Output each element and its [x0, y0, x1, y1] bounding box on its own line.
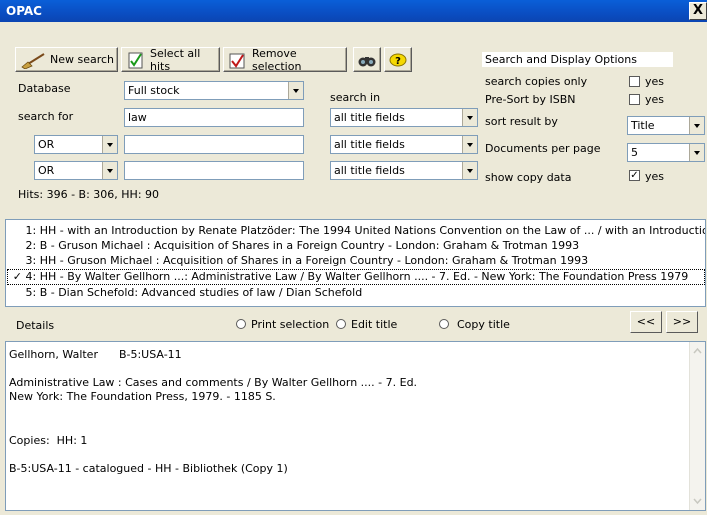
copies-only-label: search copies only	[485, 75, 588, 88]
detail-line: Copies: HH: 1	[9, 434, 88, 447]
list-item[interactable]: 1: HH - with an Introduction by Renate P…	[6, 224, 706, 238]
print-selection-radio[interactable]	[236, 319, 246, 329]
database-value: Full stock	[128, 84, 180, 97]
copies-only-yes: yes	[645, 75, 665, 88]
operator-2-value: OR	[38, 138, 55, 151]
search-for-label: search for	[18, 110, 74, 123]
broom-icon	[21, 52, 45, 69]
previous-page-button[interactable]: <<	[630, 311, 662, 333]
search-field-3-value: all title fields	[334, 164, 405, 177]
search-term-3[interactable]	[124, 161, 304, 180]
docs-per-page-value: 5	[631, 146, 638, 159]
sort-value: Title	[631, 119, 655, 132]
result-text: 3: HH - Gruson Michael : Acquisition of …	[25, 254, 589, 267]
docs-per-page-label: Documents per page	[485, 142, 601, 155]
presort-label: Pre-Sort by ISBN	[485, 93, 576, 106]
chevron-down-icon[interactable]	[102, 162, 117, 179]
copy-data-label: show copy data	[485, 171, 572, 184]
chevron-down-icon[interactable]	[689, 117, 704, 134]
details-label: Details	[16, 319, 55, 332]
close-button[interactable]: X	[689, 2, 707, 20]
help-icon: ?	[389, 53, 407, 67]
new-search-label: New search	[50, 53, 115, 66]
copy-title-label: Copy title	[457, 318, 510, 331]
chevron-down-icon[interactable]	[462, 162, 477, 179]
svg-text:?: ?	[395, 56, 401, 67]
list-item[interactable]: 3: HH - Gruson Michael : Acquisition of …	[6, 254, 705, 268]
list-item-selected[interactable]: ✓ 4: HH - By Walter Gellhorn ...: Admini…	[7, 269, 705, 285]
window-title: OPAC	[6, 4, 42, 18]
checkbox-remove-icon	[229, 53, 245, 68]
scroll-down-icon[interactable]	[690, 495, 705, 507]
copy-title-radio[interactable]	[439, 319, 449, 329]
help-button[interactable]: ?	[384, 47, 412, 72]
find-button[interactable]	[353, 47, 381, 72]
select-all-hits-button[interactable]: Select all hits	[121, 46, 220, 73]
checklist-icon	[128, 52, 143, 68]
chevron-down-icon[interactable]	[462, 136, 477, 153]
results-list[interactable]: 1: HH - with an Introduction by Renate P…	[5, 219, 706, 307]
binoculars-icon	[358, 56, 376, 66]
search-field-1-value: all title fields	[334, 111, 405, 124]
search-field-2[interactable]: all title fields	[330, 135, 478, 154]
chevron-down-icon[interactable]	[462, 109, 477, 126]
sort-select[interactable]: Title	[627, 116, 705, 135]
select-all-label: Select all hits	[150, 46, 201, 73]
scroll-up-icon[interactable]	[690, 345, 705, 357]
database-label: Database	[18, 82, 71, 95]
edit-title-radio[interactable]	[336, 319, 346, 329]
result-text: 5: B - Dian Schefold: Advanced studies o…	[25, 286, 363, 299]
edit-title-label: Edit title	[351, 318, 398, 331]
chevron-down-icon[interactable]	[102, 136, 117, 153]
copy-data-checkbox[interactable]: ✓	[629, 170, 640, 181]
new-search-button[interactable]: New search	[15, 47, 118, 72]
search-term-2[interactable]	[124, 135, 304, 154]
detail-line: Gellhorn, Walter B-5:USA-11	[9, 348, 182, 361]
list-item[interactable]: 2: B - Gruson Michael : Acquisition of S…	[6, 239, 705, 253]
remove-selection-button[interactable]: Remove selection	[223, 46, 347, 73]
hits-summary: Hits: 396 - B: 306, HH: 90	[18, 188, 160, 201]
operator-3-value: OR	[38, 164, 55, 177]
title-bar: OPAC X	[0, 0, 707, 22]
sort-label: sort result by	[485, 115, 558, 128]
detail-line: Administrative Law : Cases and comments …	[9, 376, 418, 389]
copies-only-checkbox[interactable]	[629, 76, 640, 87]
chevron-down-icon[interactable]	[288, 82, 303, 99]
docs-per-page-select[interactable]: 5	[627, 143, 705, 162]
print-selection-label: Print selection	[251, 318, 330, 331]
list-item[interactable]: 5: B - Dian Schefold: Advanced studies o…	[6, 286, 705, 300]
presort-checkbox[interactable]	[629, 94, 640, 105]
operator-select-3[interactable]: OR	[34, 161, 118, 180]
search-term-1[interactable]: law	[124, 108, 304, 127]
next-page-button[interactable]: >>	[666, 311, 698, 333]
result-text: 2: B - Gruson Michael : Acquisition of S…	[25, 239, 580, 252]
search-in-label: search in	[330, 91, 381, 104]
search-field-3[interactable]: all title fields	[330, 161, 478, 180]
details-pane[interactable]: Gellhorn, Walter B-5:USA-11 Administrati…	[5, 341, 706, 511]
result-text: 4: HH - By Walter Gellhorn ...: Administ…	[25, 270, 689, 283]
details-scrollbar[interactable]	[689, 342, 705, 510]
result-text: 1: HH - with an Introduction by Renate P…	[25, 224, 706, 237]
copy-data-yes: yes	[645, 170, 665, 183]
checkmark-icon: ✓	[12, 270, 22, 283]
detail-line: New York: The Foundation Press, 1979. - …	[9, 390, 276, 403]
search-field-1[interactable]: all title fields	[330, 108, 478, 127]
options-heading: Search and Display Options	[482, 52, 673, 67]
database-select[interactable]: Full stock	[124, 81, 304, 100]
search-field-2-value: all title fields	[334, 138, 405, 151]
operator-select-2[interactable]: OR	[34, 135, 118, 154]
presort-yes: yes	[645, 93, 665, 106]
chevron-down-icon[interactable]	[689, 144, 704, 161]
remove-selection-label: Remove selection	[252, 46, 302, 73]
detail-line: B-5:USA-11 - catalogued - HH - Bibliothe…	[9, 462, 288, 475]
